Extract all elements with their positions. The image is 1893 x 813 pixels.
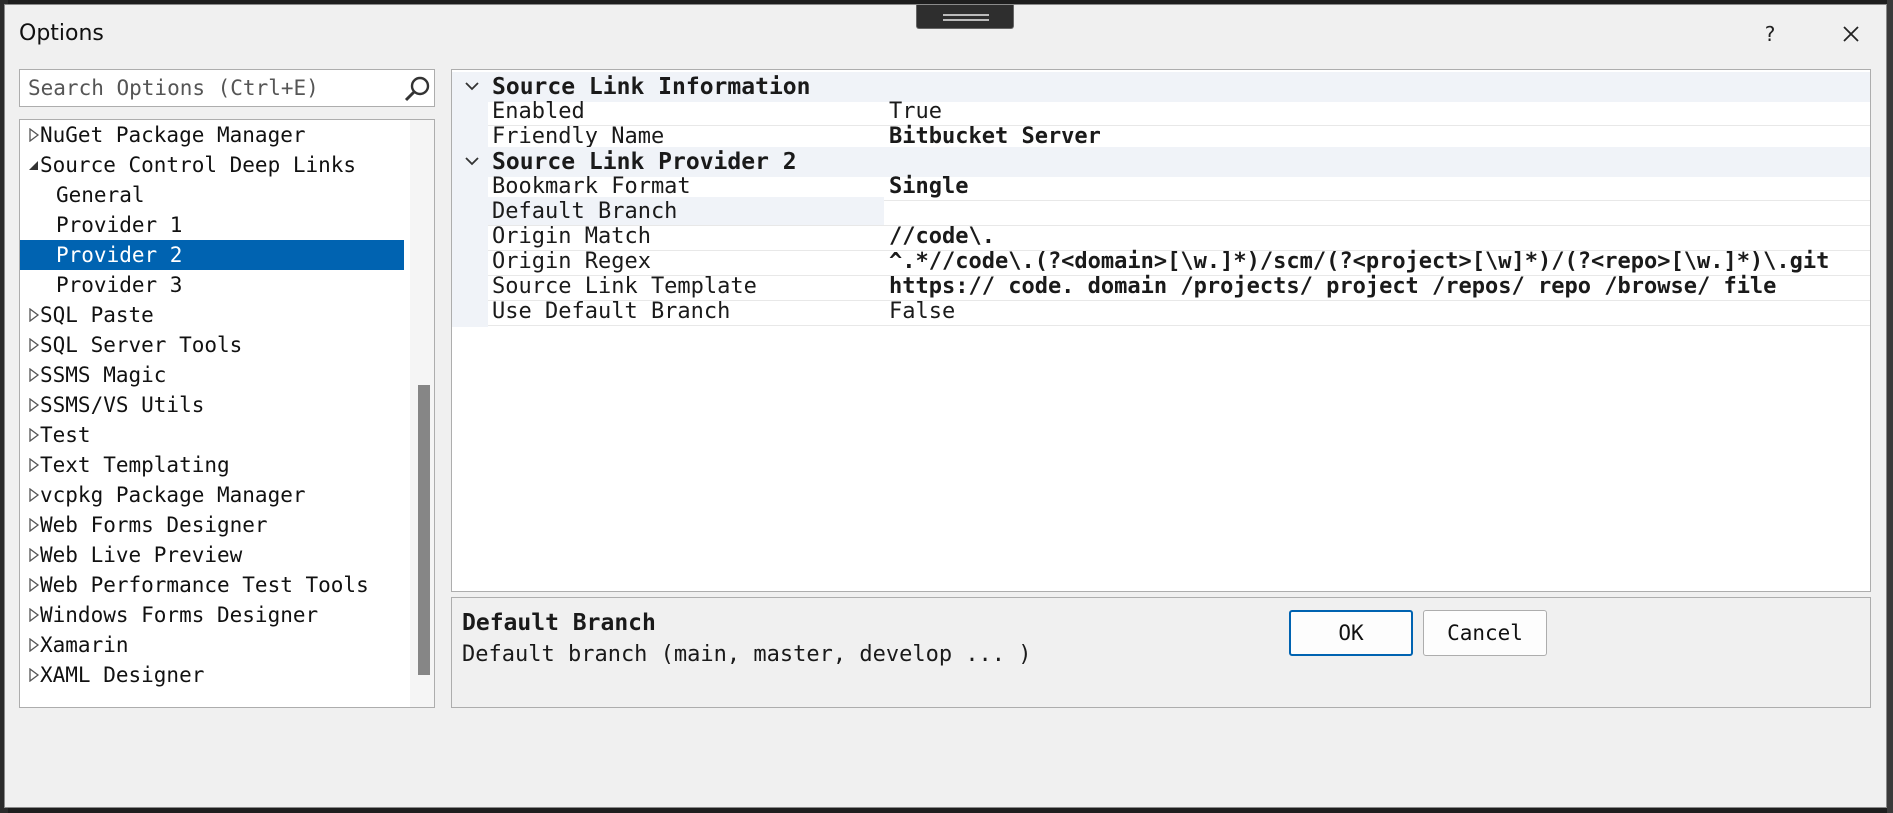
tree-item[interactable]: SQL Paste bbox=[20, 300, 404, 330]
tree-scrollbar[interactable] bbox=[410, 120, 434, 707]
tree-item-label: General bbox=[56, 183, 145, 207]
tree-item[interactable]: Xamarin bbox=[20, 630, 404, 660]
tree-item[interactable]: XAML Designer bbox=[20, 660, 404, 690]
tree-item-label: Provider 3 bbox=[56, 273, 183, 297]
tree-item[interactable]: vcpkg Package Manager bbox=[20, 480, 404, 510]
tree-item-label: Xamarin bbox=[40, 633, 129, 657]
search-options-box bbox=[19, 69, 435, 107]
tree-item[interactable]: Test bbox=[20, 420, 404, 450]
description-panel: Default Branch Default branch (main, mas… bbox=[451, 597, 1871, 708]
property-row[interactable]: Use Default Branch False bbox=[452, 297, 1870, 327]
tree-item-label: Provider 2 bbox=[56, 243, 183, 267]
search-input[interactable] bbox=[20, 70, 390, 106]
tree-item-label: vcpkg Package Manager bbox=[40, 483, 306, 507]
tree-item[interactable]: Source Control Deep Links bbox=[20, 150, 404, 180]
collapsed-triangle-icon[interactable] bbox=[28, 368, 40, 382]
property-name[interactable]: Use Default Branch bbox=[488, 297, 884, 326]
property-value[interactable]: False bbox=[884, 297, 1870, 326]
collapsed-triangle-icon[interactable] bbox=[28, 518, 40, 532]
tree-item-label: Text Templating bbox=[40, 453, 230, 477]
tree-item-label: SSMS Magic bbox=[40, 363, 167, 387]
tree-item[interactable]: Web Live Preview bbox=[20, 540, 404, 570]
collapsed-triangle-icon[interactable] bbox=[28, 488, 40, 502]
collapsed-triangle-icon[interactable] bbox=[28, 578, 40, 592]
ok-button[interactable]: OK bbox=[1289, 610, 1413, 656]
help-button[interactable]: ? bbox=[1750, 17, 1790, 51]
close-button[interactable] bbox=[1828, 17, 1874, 51]
tree-item-label: Web Performance Test Tools bbox=[40, 573, 369, 597]
dialog-title: Options bbox=[19, 21, 104, 46]
tree-item-label: Web Live Preview bbox=[40, 543, 243, 567]
tree-item[interactable]: SQL Server Tools bbox=[20, 330, 404, 360]
chevron-down-icon[interactable] bbox=[464, 80, 480, 92]
tree-item[interactable]: Web Forms Designer bbox=[20, 510, 404, 540]
tree-item[interactable]: Provider 1 bbox=[20, 210, 404, 240]
tree-item[interactable]: Provider 3 bbox=[20, 270, 404, 300]
tree-item-label: Windows Forms Designer bbox=[40, 603, 319, 627]
drag-grip-handle[interactable] bbox=[916, 5, 1014, 29]
tree-item-label: SQL Paste bbox=[40, 303, 154, 327]
background-editor-strip-right bbox=[1887, 0, 1893, 813]
collapsed-triangle-icon[interactable] bbox=[28, 638, 40, 652]
cancel-button[interactable]: Cancel bbox=[1423, 610, 1547, 656]
collapsed-triangle-icon[interactable] bbox=[28, 428, 40, 442]
tree-item[interactable]: SSMS Magic bbox=[20, 360, 404, 390]
tree-scrollbar-thumb[interactable] bbox=[418, 385, 430, 675]
description-text: Default branch (main, master, develop ..… bbox=[462, 642, 1032, 667]
options-dialog: Options ? NuGet Package Manager Source Co… bbox=[4, 4, 1887, 808]
collapsed-triangle-icon[interactable] bbox=[28, 128, 40, 142]
collapsed-triangle-icon[interactable] bbox=[28, 548, 40, 562]
tree-item[interactable]: Provider 2 bbox=[20, 240, 404, 270]
search-icon[interactable] bbox=[402, 74, 432, 104]
expanded-triangle-icon[interactable] bbox=[28, 158, 40, 172]
tree-item[interactable]: SSMS/VS Utils bbox=[20, 390, 404, 420]
collapsed-triangle-icon[interactable] bbox=[28, 308, 40, 322]
tree-item-label: Source Control Deep Links bbox=[40, 153, 357, 177]
tree-item-label: Provider 1 bbox=[56, 213, 183, 237]
property-row-gutter bbox=[452, 297, 488, 327]
tree-item[interactable]: Text Templating bbox=[20, 450, 404, 480]
property-grid: Source Link Information Enabled True Friend… bbox=[451, 69, 1871, 592]
collapsed-triangle-icon[interactable] bbox=[28, 668, 40, 682]
tree-item-label: SQL Server Tools bbox=[40, 333, 243, 357]
collapsed-triangle-icon[interactable] bbox=[28, 398, 40, 412]
tree-item-label: Web Forms Designer bbox=[40, 513, 268, 537]
options-tree: NuGet Package Manager Source Control Deep… bbox=[19, 119, 435, 708]
title-bar[interactable]: Options ? bbox=[5, 5, 1886, 55]
description-title: Default Branch bbox=[462, 610, 656, 636]
tree-item-label: SSMS/VS Utils bbox=[40, 393, 205, 417]
collapsed-triangle-icon[interactable] bbox=[28, 338, 40, 352]
tree-item[interactable]: Web Performance Test Tools bbox=[20, 570, 404, 600]
chevron-down-icon[interactable] bbox=[464, 155, 480, 167]
collapsed-triangle-icon[interactable] bbox=[28, 458, 40, 472]
close-icon bbox=[1843, 26, 1859, 42]
tree-item[interactable]: General bbox=[20, 180, 404, 210]
tree-item-label: XAML Designer bbox=[40, 663, 205, 687]
tree-item-label: Test bbox=[40, 423, 91, 447]
tree-item[interactable]: NuGet Package Manager bbox=[20, 120, 404, 150]
tree-item[interactable]: Windows Forms Designer bbox=[20, 600, 404, 630]
collapsed-triangle-icon[interactable] bbox=[28, 608, 40, 622]
tree-item-label: NuGet Package Manager bbox=[40, 123, 306, 147]
